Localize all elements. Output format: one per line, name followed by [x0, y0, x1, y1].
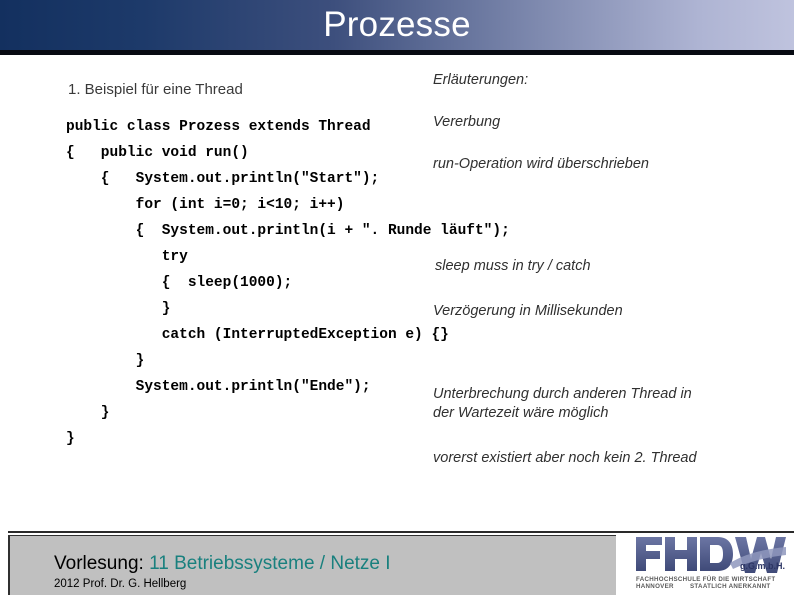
annotation-line: Verzögerung in Millisekunden [433, 303, 623, 319]
annotation-line: Vererbung [433, 114, 501, 130]
code-line: catch (InterruptedException e) {} [66, 327, 449, 343]
example-heading: 1. Beispiel für eine Thread [68, 81, 243, 98]
annotations-title: Erläuterungen: [433, 72, 529, 88]
svg-text:FACHHOCHSCHULE FÜR DIE WIRTSCH: FACHHOCHSCHULE FÜR DIE WIRTSCHAFT [636, 576, 776, 583]
svg-text:g.G.m.b.H.: g.G.m.b.H. [740, 561, 785, 571]
code-line: for (int i=0; i<10; i++) [66, 197, 345, 213]
code-panel: 1. Beispiel für eine Thread public class… [0, 55, 510, 525]
code-line: try [66, 249, 188, 265]
code-line: System.out.println("Ende"); [66, 379, 371, 395]
footer-course-name: 11 Betriebssysteme / Netze I [149, 553, 391, 574]
fhdw-logo: g.G.m.b.H. FACHHOCHSCHULE FÜR DIE WIRTSC… [634, 533, 786, 589]
footer-author: 2012 Prof. Dr. G. Hellberg [54, 578, 187, 590]
annotation-line: run-Operation wird überschrieben [433, 156, 649, 172]
slide-footer: Vorlesung: 11 Betriebssysteme / Netze I … [0, 525, 794, 595]
code-line: } [66, 353, 145, 369]
svg-text:STAATLICH ANERKANNT: STAATLICH ANERKANNT [690, 583, 771, 589]
svg-text:HANNOVER: HANNOVER [636, 583, 674, 589]
code-line: { public void run() [66, 145, 249, 161]
annotation-line: sleep muss in try / catch [435, 258, 591, 274]
code-line: { System.out.println("Start"); [66, 171, 380, 187]
code-line: { sleep(1000); [66, 275, 293, 291]
annotation-line: der Wartezeit wäre möglich [433, 405, 609, 421]
footer-course-prefix: Vorlesung: [54, 553, 150, 574]
slide-body: 1. Beispiel für eine Thread public class… [0, 55, 794, 525]
code-line: } [66, 301, 171, 317]
page-title: Prozesse [323, 5, 471, 44]
code-line: public class Prozess extends Thread [66, 119, 371, 135]
annotations-panel: Erläuterungen: Vererbung run-Operation w… [430, 55, 794, 525]
annotation-line: Unterbrechung durch anderen Thread in [433, 386, 692, 402]
code-line: } [66, 431, 75, 447]
footer-course-line: Vorlesung: 11 Betriebssysteme / Netze I [54, 552, 391, 576]
annotation-line: vorerst existiert aber noch kein 2. Thre… [433, 450, 697, 466]
fhdw-logo-icon: g.G.m.b.H. FACHHOCHSCHULE FÜR DIE WIRTSC… [636, 537, 786, 589]
code-line: } [66, 405, 110, 421]
footer-info-box: Vorlesung: 11 Betriebssysteme / Netze I … [8, 535, 616, 595]
